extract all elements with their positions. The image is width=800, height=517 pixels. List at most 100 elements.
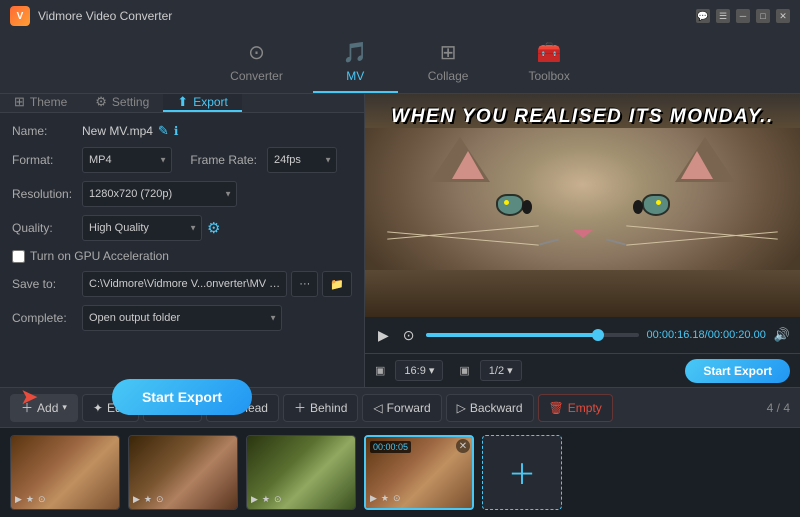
main-content: ⊞ Theme ⚙ Setting ⬆ Export Name: New MV.… — [0, 94, 800, 387]
aspect-ratio-btn[interactable]: 16:9 ▾ — [395, 360, 443, 381]
save-path-input[interactable] — [82, 271, 287, 297]
resolution-indicator: ▣ — [375, 364, 385, 377]
trash-icon: 🗑 — [549, 401, 564, 415]
thumb-star-icon-1: ★ — [26, 494, 34, 505]
forward-icon: ◁ — [373, 401, 382, 415]
add-thumbnail-btn[interactable]: ＋ — [482, 435, 562, 510]
red-arrow-icon: ➤ — [20, 384, 38, 410]
close-btn[interactable]: ✕ — [776, 9, 790, 23]
page-dropdown-icon: ▾ — [507, 364, 513, 377]
tab-mv[interactable]: 🎵 MV — [313, 32, 398, 93]
backward-label: Backward — [470, 401, 523, 415]
panel-tabs: ⊞ Theme ⚙ Setting ⬆ Export — [0, 94, 364, 113]
minimize-btn[interactable]: ─ — [736, 9, 750, 23]
name-value: New MV.mp4 — [82, 124, 153, 138]
progress-fill — [426, 333, 596, 337]
info-icon[interactable]: ℹ — [174, 124, 179, 138]
panel-tab-setting[interactable]: ⚙ Setting — [81, 94, 163, 112]
thumbnail-2[interactable]: ▶ ★ ⊙ — [128, 435, 238, 510]
quality-settings-icon[interactable]: ⚙ — [207, 219, 220, 237]
setting-label: Setting — [112, 95, 149, 109]
backward-icon: ▷ — [457, 401, 466, 415]
thumb-star-icon-2: ★ — [144, 494, 152, 505]
browse-folder-btn[interactable]: 📁 — [322, 271, 352, 297]
thumb-clock-icon-3: ⊙ — [274, 494, 282, 505]
edit-name-icon[interactable]: ✎ — [158, 123, 169, 139]
forward-btn[interactable]: ◁ Forward — [362, 394, 441, 422]
save-row: Save to: ··· 📁 — [12, 271, 352, 297]
tab-collage[interactable]: ⊞ Collage — [398, 32, 499, 93]
toolbox-icon: 🧰 — [537, 40, 562, 65]
tab-toolbox[interactable]: 🧰 Toolbox — [498, 32, 599, 93]
progress-knob[interactable] — [592, 329, 604, 341]
converter-icon: ⊙ — [248, 40, 265, 65]
panel-tab-export[interactable]: ⬆ Export — [163, 94, 242, 112]
panel-tab-theme[interactable]: ⊞ Theme — [0, 94, 81, 112]
thumbnail-4[interactable]: 00:00:05 ✕ ▶ ★ ⊙ — [364, 435, 474, 510]
browse-dots-btn[interactable]: ··· — [291, 271, 318, 297]
controls-row2: ▣ 16:9 ▾ ▣ 1/2 ▾ Start Export — [365, 353, 800, 387]
menu-btn[interactable]: ☰ — [716, 9, 730, 23]
export-icon: ⬆ — [177, 94, 188, 110]
format-label: Format: — [12, 153, 82, 167]
thumb-clock-icon-4: ⊙ — [393, 493, 401, 504]
maximize-btn[interactable]: □ — [756, 9, 770, 23]
thumb-time-4: 00:00:05 — [370, 441, 411, 453]
thumb-close-4[interactable]: ✕ — [456, 439, 470, 453]
thumbnail-3[interactable]: ▶ ★ ⊙ — [246, 435, 356, 510]
theme-icon: ⊞ — [14, 94, 25, 110]
right-section: WHEN YOU REALISED ITS MONDAY.. — [365, 94, 800, 387]
left-panel: ⊞ Theme ⚙ Setting ⬆ Export Name: New MV.… — [0, 94, 365, 387]
tab-converter[interactable]: ⊙ Converter — [200, 32, 313, 93]
thumbnails-row: ▶ ★ ⊙ ▶ ★ ⊙ ▶ ★ ⊙ 00:00:05 ✕ ▶ ★ ⊙ — [0, 427, 800, 517]
complete-label: Complete: — [12, 311, 82, 325]
stop-btn[interactable]: ⊙ — [400, 324, 418, 347]
framerate-select[interactable]: 24fps 30fps 60fps — [267, 147, 337, 173]
thumb-play-icon-1: ▶ — [15, 494, 22, 505]
empty-label: Empty — [568, 401, 602, 415]
format-row: Format: MP4 AVI MOV Frame Rate: 24fps 3 — [12, 147, 352, 173]
aspect-ratio-value: 16:9 — [404, 365, 425, 377]
gpu-row: Turn on GPU Acceleration — [12, 249, 352, 263]
setting-icon: ⚙ — [95, 94, 107, 110]
format-select[interactable]: MP4 AVI MOV — [82, 147, 172, 173]
name-label: Name: — [12, 124, 82, 138]
complete-select[interactable]: Open output folder Do nothing — [82, 305, 282, 331]
save-label: Save to: — [12, 277, 82, 291]
mv-icon: 🎵 — [343, 40, 368, 65]
gpu-checkbox[interactable] — [12, 250, 25, 263]
arrow-indicator: ➤ — [20, 384, 40, 410]
collage-icon: ⊞ — [440, 40, 457, 65]
start-export-small-btn[interactable]: Start Export — [685, 359, 790, 383]
export-form: Name: New MV.mp4 ✎ ℹ Format: MP4 AVI MOV — [0, 113, 364, 349]
chat-btn[interactable]: 💬 — [696, 9, 710, 23]
nav-tabs: ⊙ Converter 🎵 MV ⊞ Collage 🧰 Toolbox — [0, 32, 800, 94]
resolution-select[interactable]: 1280x720 (720p) 1920x1080 (1080p) 640x48… — [82, 181, 237, 207]
start-export-button[interactable]: Start Export — [112, 379, 252, 415]
thumb-clock-icon-1: ⊙ — [38, 494, 46, 505]
resolution-row: Resolution: 1280x720 (720p) 1920x1080 (1… — [12, 181, 352, 207]
empty-btn[interactable]: 🗑 Empty — [538, 394, 613, 422]
mv-label: MV — [346, 69, 364, 83]
thumb-star-icon-4: ★ — [381, 493, 389, 504]
thumb-play-icon-2: ▶ — [133, 494, 140, 505]
video-preview: WHEN YOU REALISED ITS MONDAY.. — [365, 94, 800, 317]
aspect-dropdown-icon: ▾ — [429, 364, 435, 377]
meme-text: WHEN YOU REALISED ITS MONDAY.. — [365, 94, 800, 128]
progress-bar[interactable] — [426, 333, 639, 337]
count-badge: 4 / 4 — [767, 401, 790, 415]
volume-icon[interactable]: 🔊 — [774, 327, 790, 343]
thumb-clock-icon-2: ⊙ — [156, 494, 164, 505]
video-container: WHEN YOU REALISED ITS MONDAY.. — [365, 94, 800, 317]
page-btn[interactable]: 1/2 ▾ — [480, 360, 522, 381]
thumb-play-icon-3: ▶ — [251, 494, 258, 505]
gpu-label[interactable]: Turn on GPU Acceleration — [30, 249, 169, 263]
player-controls: ▶ ⊙ 00:00:16.18/00:00:20.00 🔊 — [365, 317, 800, 353]
time-display: 00:00:16.18/00:00:20.00 — [647, 329, 766, 341]
start-export-area: ➤ Start Export — [0, 359, 364, 435]
play-btn[interactable]: ▶ — [375, 324, 392, 347]
backward-btn[interactable]: ▷ Backward — [446, 394, 534, 422]
quality-select[interactable]: High Quality Medium Quality Low Quality — [82, 215, 202, 241]
thumbnail-1[interactable]: ▶ ★ ⊙ — [10, 435, 120, 510]
resolution-label: Resolution: — [12, 187, 82, 201]
